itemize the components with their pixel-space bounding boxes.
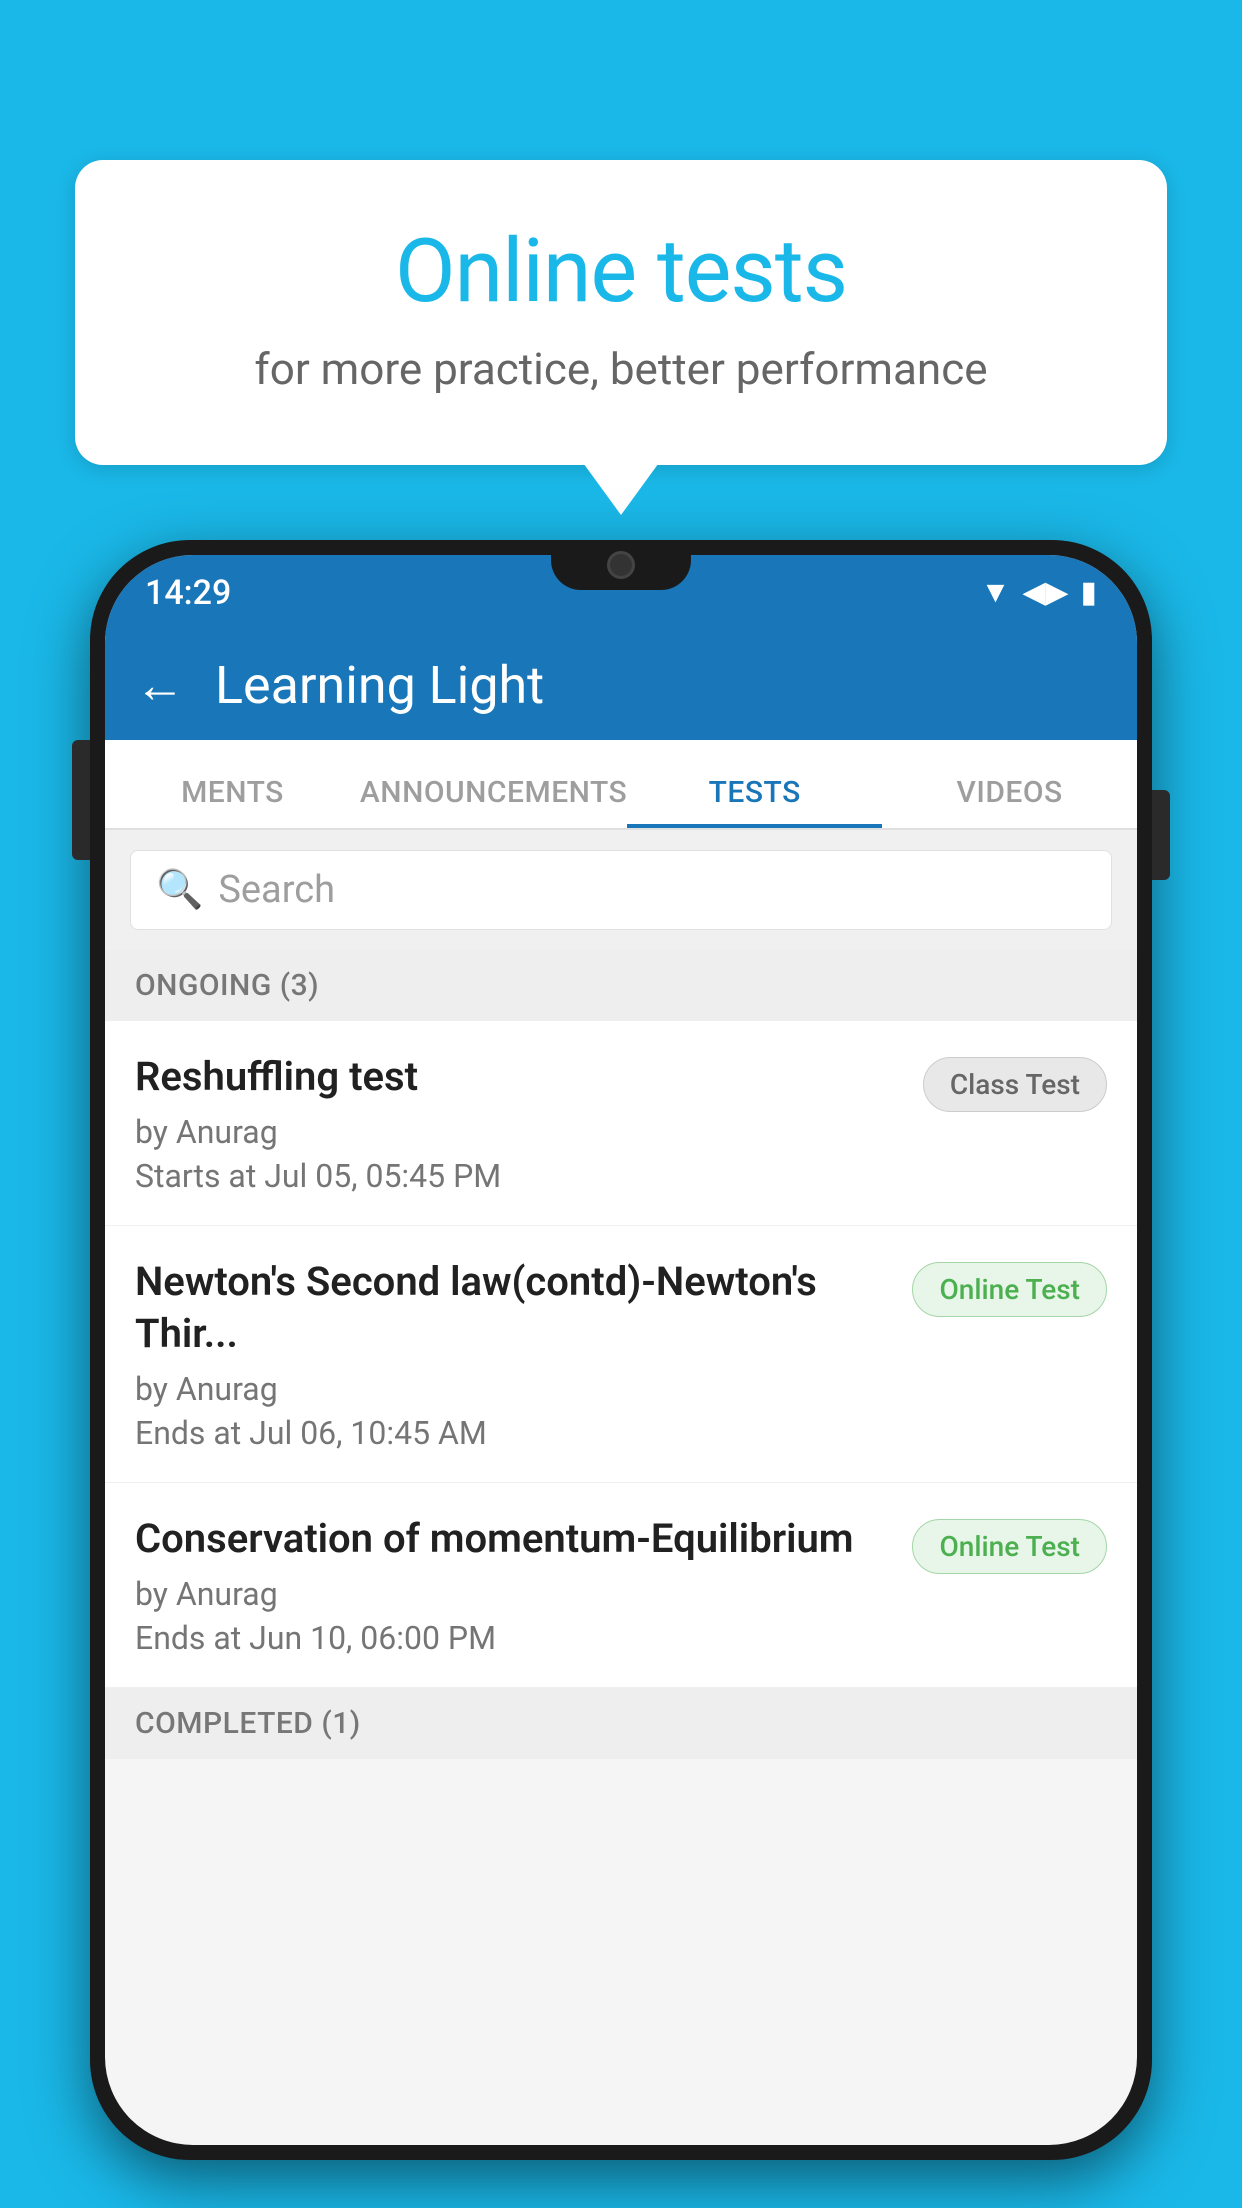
test-time-3: Ends at Jun 10, 06:00 PM <box>135 1619 892 1657</box>
tab-tests[interactable]: TESTS <box>627 775 882 828</box>
search-container: 🔍 Search <box>105 830 1137 950</box>
tab-videos[interactable]: VIDEOS <box>882 775 1137 828</box>
battery-icon: ▮ <box>1080 575 1097 610</box>
test-badge-3: Online Test <box>912 1519 1107 1574</box>
ongoing-section-header: ONGOING (3) <box>105 950 1137 1021</box>
wifi-icon: ▼ <box>981 575 1011 610</box>
test-badge-1: Class Test <box>923 1057 1107 1112</box>
phone-outer: 14:29 ▼ ◀▶ ▮ ← Learning Light MENTS <box>90 540 1152 2160</box>
test-time-1: Starts at Jul 05, 05:45 PM <box>135 1157 903 1195</box>
phone-container: 14:29 ▼ ◀▶ ▮ ← Learning Light MENTS <box>90 540 1152 2208</box>
completed-section-header: COMPLETED (1) <box>105 1688 1137 1759</box>
tabs-container: MENTS ANNOUNCEMENTS TESTS VIDEOS <box>105 740 1137 830</box>
test-list: Reshuffling test by Anurag Starts at Jul… <box>105 1021 1137 1688</box>
search-bar[interactable]: 🔍 Search <box>130 850 1112 930</box>
app-header: ← Learning Light <box>105 630 1137 740</box>
status-icons: ▼ ◀▶ ▮ <box>981 575 1097 610</box>
completed-title: COMPLETED (1) <box>135 1706 361 1741</box>
ongoing-title: ONGOING (3) <box>135 968 319 1003</box>
list-item[interactable]: Reshuffling test by Anurag Starts at Jul… <box>105 1021 1137 1226</box>
speech-bubble-container: Online tests for more practice, better p… <box>75 160 1167 465</box>
test-badge-2: Online Test <box>912 1262 1107 1317</box>
signal-icon: ◀▶ <box>1022 575 1068 610</box>
test-info-1: Reshuffling test by Anurag Starts at Jul… <box>135 1051 903 1195</box>
test-info-3: Conservation of momentum-Equilibrium by … <box>135 1513 892 1657</box>
test-info-2: Newton's Second law(contd)-Newton's Thir… <box>135 1256 892 1452</box>
test-author-2: by Anurag <box>135 1370 892 1408</box>
tab-assignments[interactable]: MENTS <box>105 775 360 828</box>
status-time: 14:29 <box>145 573 231 613</box>
test-name-1: Reshuffling test <box>135 1051 903 1103</box>
app-title: Learning Light <box>215 655 544 716</box>
speech-bubble-title: Online tests <box>155 220 1087 323</box>
tab-announcements[interactable]: ANNOUNCEMENTS <box>360 775 627 828</box>
test-time-2: Ends at Jul 06, 10:45 AM <box>135 1414 892 1452</box>
test-author-1: by Anurag <box>135 1113 903 1151</box>
test-name-2: Newton's Second law(contd)-Newton's Thir… <box>135 1256 892 1360</box>
speech-bubble-subtitle: for more practice, better performance <box>155 343 1087 395</box>
speech-bubble: Online tests for more practice, better p… <box>75 160 1167 465</box>
front-camera <box>607 551 635 579</box>
phone-screen: 14:29 ▼ ◀▶ ▮ ← Learning Light MENTS <box>105 555 1137 2145</box>
list-item[interactable]: Newton's Second law(contd)-Newton's Thir… <box>105 1226 1137 1483</box>
list-item[interactable]: Conservation of momentum-Equilibrium by … <box>105 1483 1137 1688</box>
phone-notch <box>551 540 691 590</box>
search-icon: 🔍 <box>156 868 203 912</box>
back-button[interactable]: ← <box>135 656 185 715</box>
search-input[interactable]: Search <box>218 868 335 912</box>
screen-content: 14:29 ▼ ◀▶ ▮ ← Learning Light MENTS <box>105 555 1137 2145</box>
test-author-3: by Anurag <box>135 1575 892 1613</box>
test-name-3: Conservation of momentum-Equilibrium <box>135 1513 892 1565</box>
